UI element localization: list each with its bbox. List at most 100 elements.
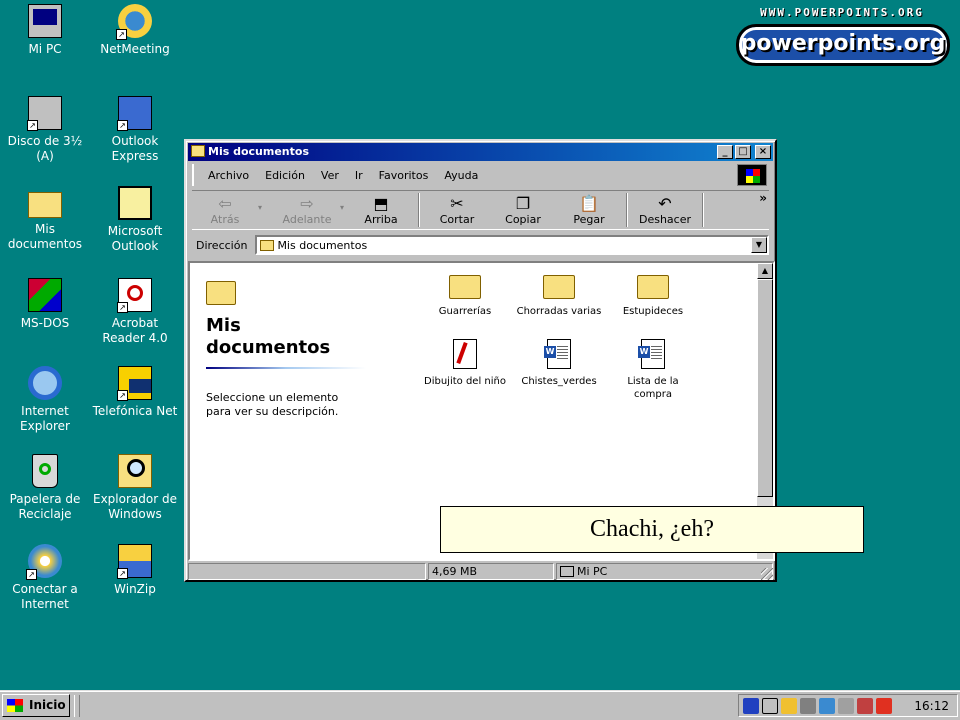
file-item-guarrerias[interactable]: Guarrerías: [420, 275, 510, 318]
recycle-bin-icon: [32, 454, 58, 488]
folder-icon: [28, 192, 62, 218]
pane-description: Seleccione un elemento para ver su descr…: [206, 391, 339, 418]
folder-icon: [260, 240, 275, 251]
back-arrow-icon: ⇦: [218, 194, 232, 213]
taskbar: Inicio 16:12: [0, 690, 960, 720]
clock[interactable]: 16:12: [914, 699, 957, 713]
zonealarm-icon[interactable]: [876, 697, 892, 714]
address-input[interactable]: Mis documentos ▼: [255, 235, 769, 255]
quick-launch-handle[interactable]: [74, 695, 80, 717]
undo-button[interactable]: ↶ Deshacer: [632, 191, 698, 229]
toolbar-chevron-icon[interactable]: »: [759, 191, 767, 205]
forward-dropdown-icon[interactable]: ▾: [340, 203, 344, 212]
windows-logo-icon: [737, 164, 767, 186]
desktop-icon-acrobat[interactable]: ↗ Acrobat Reader 4.0: [90, 278, 180, 346]
paint-file-icon: [453, 339, 477, 369]
acrobat-icon: ↗: [117, 278, 152, 313]
desktop-icon-internet-explorer[interactable]: Internet Explorer: [0, 366, 90, 434]
desktop-icon-telefonica[interactable]: ↗ Telefónica Net: [90, 366, 180, 419]
search-icon[interactable]: [857, 697, 873, 714]
toolbar-separator: [626, 193, 628, 227]
menu-archivo[interactable]: Archivo: [202, 169, 255, 182]
desktop-icon-floppy[interactable]: ↗ Disco de 3½ (A): [0, 96, 90, 164]
copy-button[interactable]: ❐ Copiar: [490, 191, 556, 229]
outlook-icon: [118, 186, 152, 220]
folder-icon: [543, 275, 575, 299]
resize-grip[interactable]: [761, 568, 773, 580]
ie-icon: [28, 366, 62, 400]
desktop-icon-netmeeting[interactable]: ↗ NetMeeting: [90, 4, 180, 57]
outlook-express-icon: ↗: [117, 96, 152, 131]
caption-box: Chachi, ¿eh?: [440, 506, 864, 553]
desktop-icon-winzip[interactable]: ↗ WinZip: [90, 544, 180, 597]
forward-arrow-icon: ⇨: [300, 194, 314, 213]
forward-button[interactable]: ⇨ Adelante ▾: [274, 191, 344, 229]
network-icon[interactable]: [762, 697, 778, 714]
desktop-icon-recycle-bin[interactable]: Papelera de Reciclaje: [0, 454, 90, 522]
computer-icon: [560, 566, 574, 577]
folder-icon: [637, 275, 669, 299]
status-size: 4,69 MB: [428, 563, 554, 580]
word-doc-icon: W: [638, 339, 665, 369]
desktop-icon-ms-dos[interactable]: MS-DOS: [0, 278, 90, 331]
back-dropdown-icon[interactable]: ▾: [258, 203, 262, 212]
scheduler-icon[interactable]: [838, 697, 854, 714]
start-button[interactable]: Inicio: [2, 694, 70, 717]
antivirus-icon[interactable]: [743, 697, 759, 714]
windows-logo-icon: [7, 699, 23, 712]
desktop-icon-explorer[interactable]: Explorador de Windows: [90, 454, 180, 522]
folder-icon: [449, 275, 481, 299]
menu-ver[interactable]: Ver: [315, 169, 345, 182]
clipboard-icon: 📋: [579, 194, 599, 213]
ms-dos-icon: [28, 278, 62, 312]
desktop-icon-connect[interactable]: ↗ Conectar a Internet: [0, 544, 90, 612]
telefonica-icon: ↗: [117, 366, 152, 401]
paste-button[interactable]: 📋 Pegar: [556, 191, 622, 229]
folder-icon: [191, 145, 205, 157]
menu-edicion[interactable]: Edición: [259, 169, 311, 182]
file-item-estupideces[interactable]: Estupideces: [608, 275, 698, 318]
address-dropdown-icon[interactable]: ▼: [751, 237, 767, 253]
window-title: Mis documentos: [208, 145, 309, 158]
file-item-chorradas-varias[interactable]: Chorradas varias: [514, 275, 604, 318]
file-item-chistes-verdes[interactable]: W Chistes_verdes: [514, 339, 604, 388]
file-item-lista-compra[interactable]: W Lista de la compra: [608, 339, 698, 401]
desktop-icon-outlook[interactable]: Microsoft Outlook: [90, 186, 180, 254]
scroll-up-icon[interactable]: ▲: [757, 263, 773, 279]
scroll-thumb[interactable]: [757, 279, 773, 497]
computer-icon: [28, 4, 62, 38]
cut-button[interactable]: ✂ Cortar: [424, 191, 490, 229]
desktop-icon-outlook-express[interactable]: ↗ Outlook Express: [90, 96, 180, 164]
copy-icon: ❐: [515, 194, 531, 213]
title-bar[interactable]: Mis documentos _ □ ×: [188, 143, 773, 161]
pane-title: Mis documentos: [206, 315, 331, 358]
menu-bar: Archivo Edición Ver Ir Favoritos Ayuda: [192, 164, 735, 186]
desktop-icon-mis-documentos[interactable]: Mis documentos: [0, 186, 90, 252]
word-doc-icon: W: [544, 339, 571, 369]
winzip-icon: ↗: [117, 544, 152, 579]
scissors-icon: ✂: [450, 194, 464, 213]
status-panel: [188, 563, 426, 580]
connect-icon: ↗: [26, 544, 62, 580]
back-button[interactable]: ⇦ Atrás ▾: [192, 191, 262, 229]
volume-icon[interactable]: [800, 697, 816, 714]
floppy-drive-icon: ↗: [27, 96, 62, 131]
pane-divider: [206, 367, 366, 369]
menu-ayuda[interactable]: Ayuda: [438, 169, 484, 182]
menu-favoritos[interactable]: Favoritos: [373, 169, 435, 182]
connection-icon[interactable]: [781, 697, 797, 714]
logo: powerpoints.org: [736, 24, 950, 66]
netmeeting-icon: ↗: [116, 4, 152, 40]
system-tray: 16:12: [738, 694, 958, 717]
desktop-icon-mi-pc[interactable]: Mi PC: [0, 4, 90, 57]
close-button[interactable]: ×: [755, 145, 771, 159]
status-location: Mi PC: [556, 563, 773, 580]
menu-ir[interactable]: Ir: [349, 169, 369, 182]
explorer-icon: [118, 454, 152, 488]
file-item-dibujito[interactable]: Dibujito del niño: [420, 339, 510, 388]
up-button[interactable]: ⬒ Arriba: [348, 191, 414, 229]
display-icon[interactable]: [819, 697, 835, 714]
toolbar-separator: [418, 193, 420, 227]
maximize-button[interactable]: □: [735, 145, 751, 159]
minimize-button[interactable]: _: [717, 145, 733, 159]
